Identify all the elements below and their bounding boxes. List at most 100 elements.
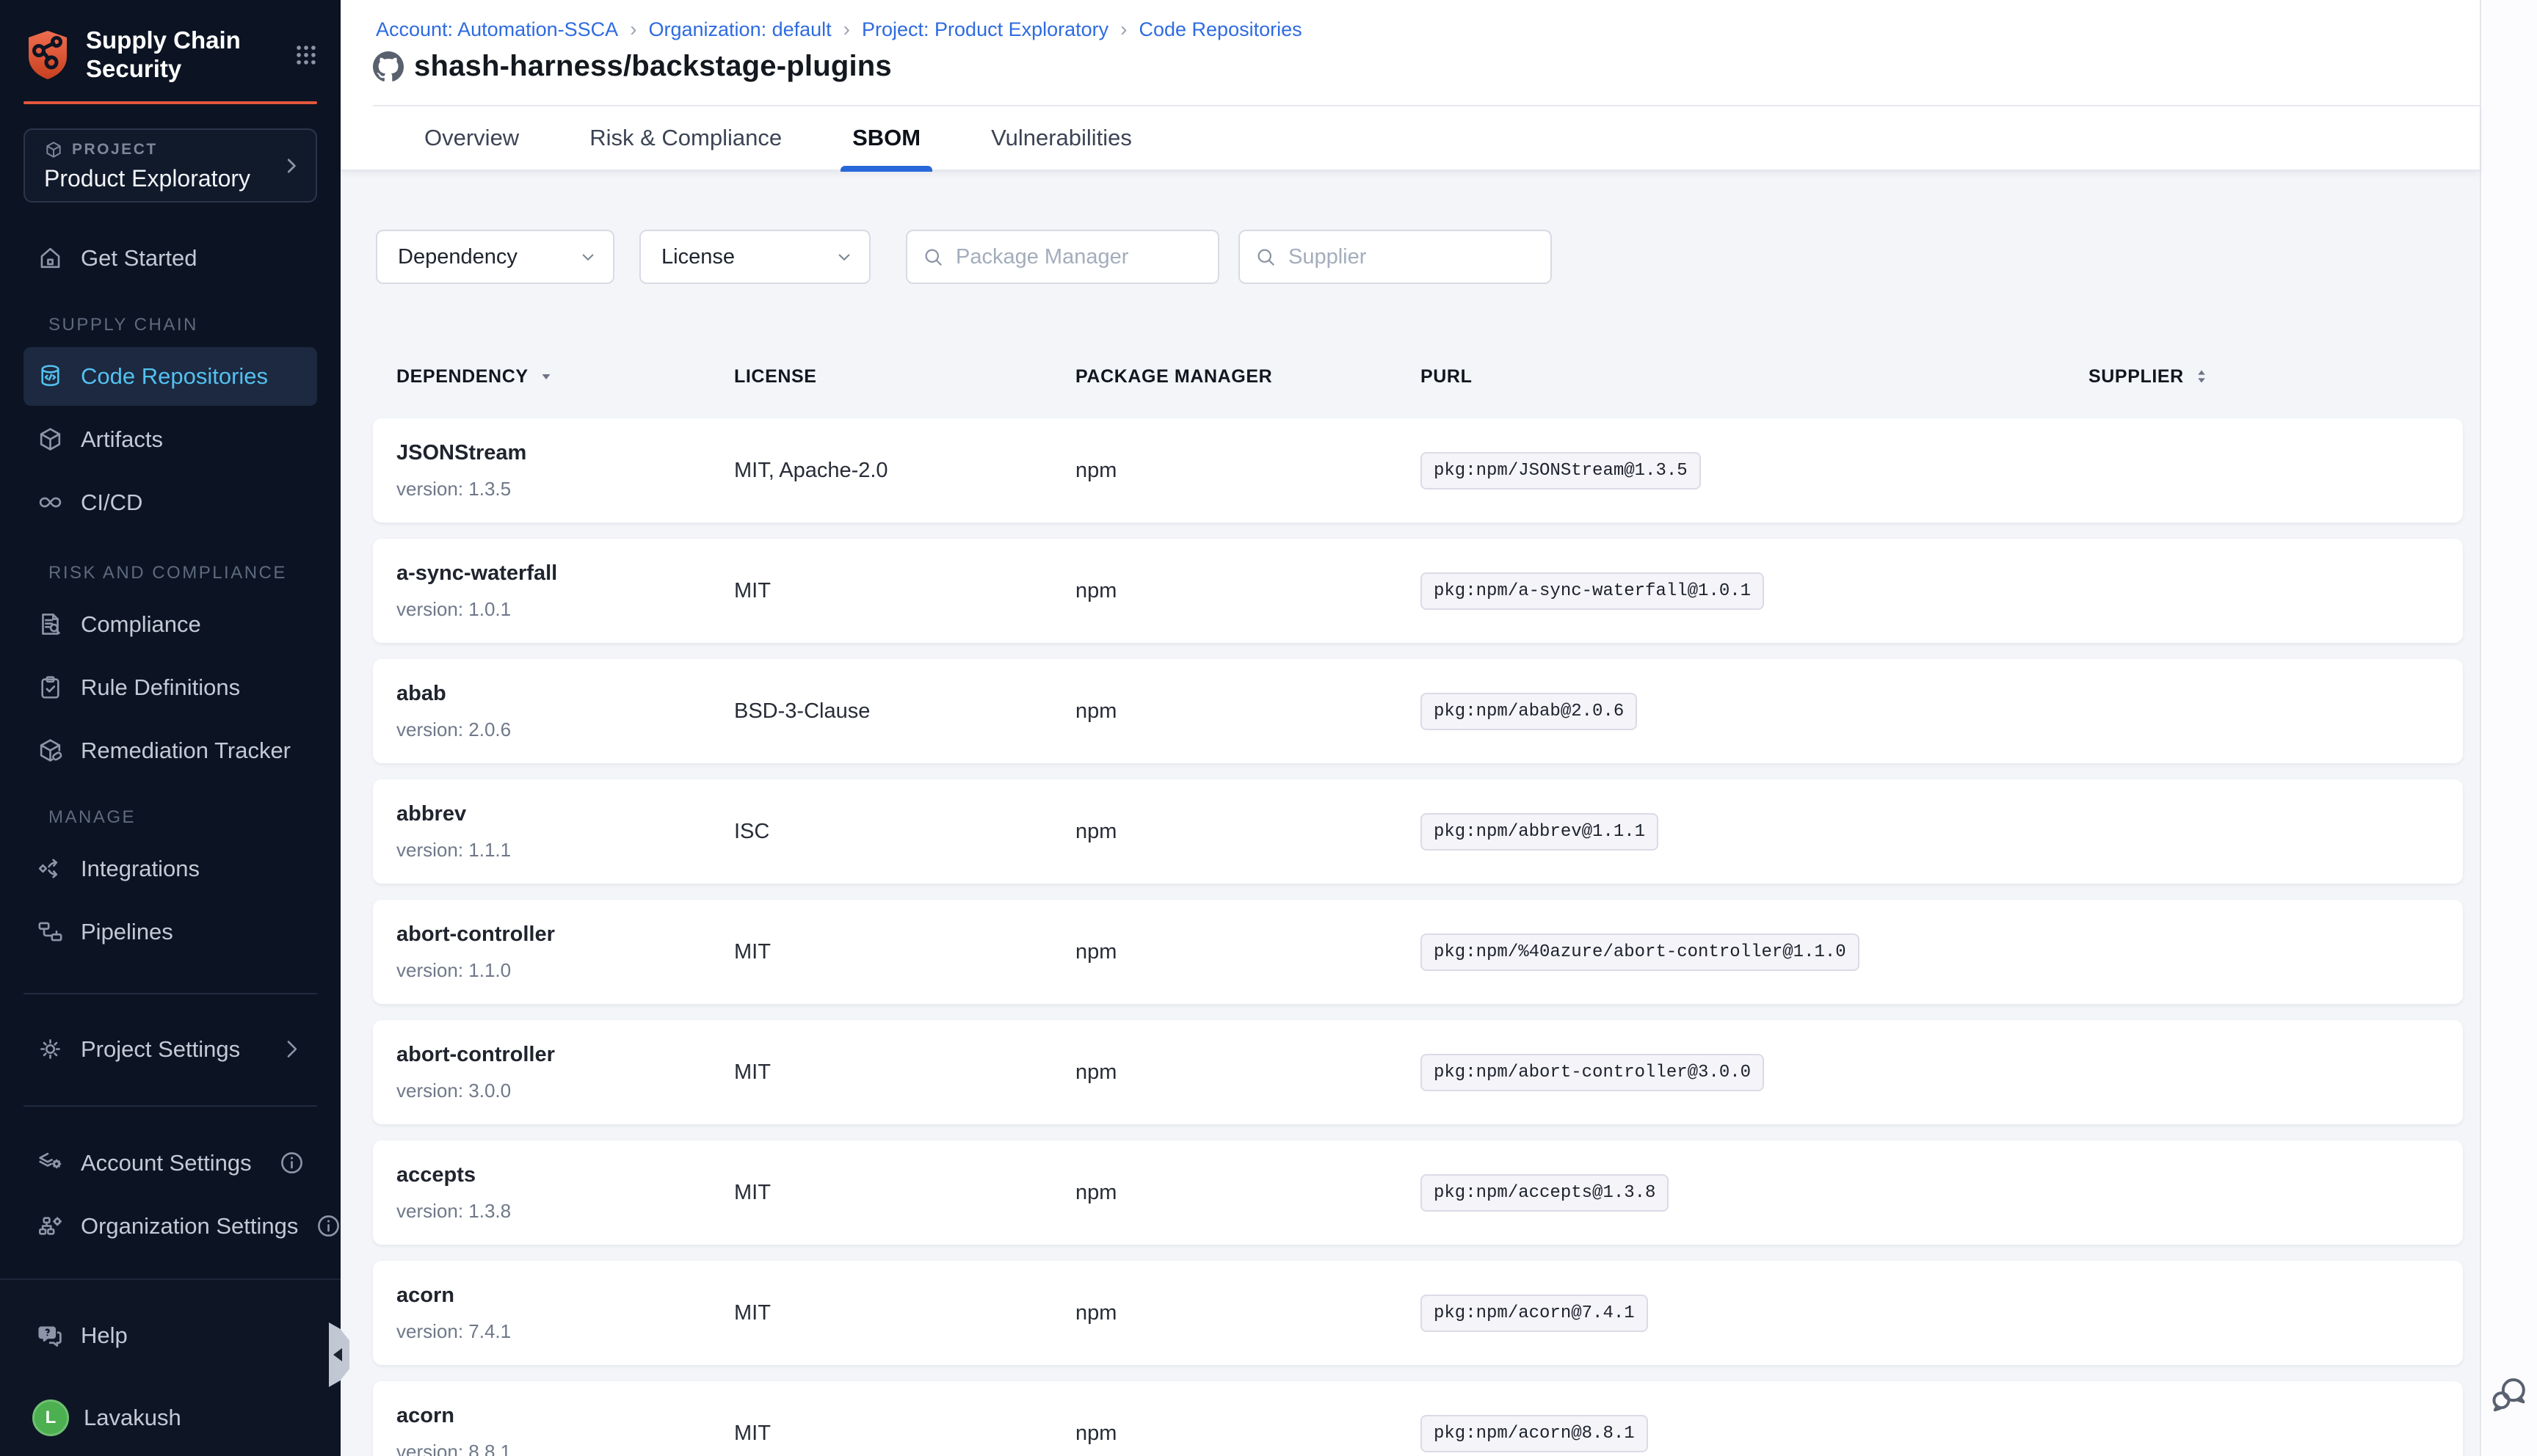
app-title-line1: Supply Chain [86, 26, 241, 55]
package-manager-cell: npm [1075, 1060, 1420, 1085]
grid-icon[interactable] [294, 43, 319, 68]
package-manager-cell: npm [1075, 1422, 1420, 1446]
table-row[interactable]: abort-controllerversion: 1.1.0MITnpmpkg:… [373, 900, 2463, 1004]
package-manager-cell: npm [1075, 699, 1420, 724]
pipelines-icon [37, 918, 64, 945]
purl-cell: pkg:npm/a-sync-waterfall@1.0.1 [1420, 572, 2088, 610]
sidebar-item-compliance[interactable]: Compliance [23, 595, 317, 654]
license-cell: MIT [734, 940, 1075, 964]
project-selector[interactable]: PROJECT Product Exploratory [23, 128, 317, 203]
clipboard-check-icon [37, 674, 64, 701]
package-manager-cell: npm [1075, 940, 1420, 964]
dependency-version: version: 1.1.0 [396, 959, 734, 982]
sidebar-item-remediation-tracker[interactable]: Remediation Tracker [23, 721, 317, 780]
chevron-down-icon [834, 247, 854, 267]
breadcrumb-link[interactable]: Code Repositories [1139, 18, 1302, 41]
tab-overview[interactable]: Overview [424, 106, 519, 170]
table-row[interactable]: abbrevversion: 1.1.1ISCnpmpkg:npm/abbrev… [373, 779, 2463, 884]
purl-value: pkg:npm/accepts@1.3.8 [1420, 1174, 1669, 1212]
breadcrumb: Account: Automation-SSCA›Organization: d… [376, 18, 1302, 41]
column-header-supplier[interactable]: SUPPLIER [2088, 366, 2463, 387]
purl-value: pkg:npm/%40azure/abort-controller@1.1.0 [1420, 933, 1859, 971]
github-icon [373, 51, 404, 82]
dependency-filter-select[interactable]: Dependency [376, 230, 614, 284]
layers-gear-icon [37, 1149, 64, 1176]
sidebar-item-artifacts[interactable]: Artifacts [23, 410, 317, 469]
info-icon[interactable] [278, 1149, 305, 1176]
tab-vulnerabilities[interactable]: Vulnerabilities [991, 106, 1132, 170]
sidebar-section-label: SUPPLY CHAIN [48, 314, 341, 336]
sidebar-item-ci-cd[interactable]: CI/CD [23, 473, 317, 532]
sidebar-item-pipelines[interactable]: Pipelines [23, 903, 317, 961]
column-header-label: DEPENDENCY [396, 366, 529, 387]
dependency-name: JSONStream [396, 441, 734, 465]
purl-value: pkg:npm/a-sync-waterfall@1.0.1 [1420, 572, 1764, 610]
license-cell: MIT, Apache-2.0 [734, 459, 1075, 483]
dependency-cell: acornversion: 8.8.1 [396, 1404, 734, 1456]
search-icon [922, 246, 944, 268]
table-row[interactable]: acornversion: 8.8.1MITnpmpkg:npm/acorn@8… [373, 1381, 2463, 1456]
table-row[interactable]: abort-controllerversion: 3.0.0MITnpmpkg:… [373, 1020, 2463, 1124]
purl-value: pkg:npm/acorn@7.4.1 [1420, 1295, 1648, 1332]
tab-risk-compliance[interactable]: Risk & Compliance [589, 106, 782, 170]
table-row[interactable]: acornversion: 7.4.1MITnpmpkg:npm/acorn@7… [373, 1261, 2463, 1365]
sbom-content: Dependency License [341, 171, 2480, 1456]
sidebar-section: MANAGE Integrations Pipelines [0, 807, 341, 961]
sidebar-section: RISK AND COMPLIANCEComplianceRule Defini… [0, 562, 341, 780]
dependency-name: accepts [396, 1163, 734, 1187]
dependency-version: version: 8.8.1 [396, 1441, 734, 1456]
license-cell: MIT [734, 579, 1075, 603]
sidebar-divider [23, 993, 317, 994]
table-row[interactable]: JSONStreamversion: 1.3.5MIT, Apache-2.0n… [373, 418, 2463, 523]
right-rail [2480, 0, 2537, 1456]
column-header-package-manager: PACKAGE MANAGER [1075, 366, 1420, 387]
code-repo-icon [37, 363, 64, 390]
breadcrumb-link[interactable]: Project: Product Exploratory [862, 18, 1108, 41]
column-header-label: SUPPLIER [2088, 366, 2184, 387]
sidebar-item-label: Integrations [81, 856, 200, 882]
project-label: PROJECT [72, 141, 158, 159]
info-icon[interactable] [315, 1212, 342, 1240]
breadcrumb-link[interactable]: Organization: default [649, 18, 832, 41]
sidebar-item-project-settings[interactable]: Project Settings [23, 1020, 317, 1079]
license-filter-select[interactable]: License [639, 230, 871, 284]
purl-value: pkg:npm/abort-controller@3.0.0 [1420, 1054, 1764, 1091]
sidebar-section-label: MANAGE [48, 807, 341, 829]
tab-sbom[interactable]: SBOM [852, 106, 921, 170]
column-header-dependency[interactable]: DEPENDENCY [396, 366, 734, 387]
box-wrench-icon [37, 737, 64, 764]
dependency-cell: abort-controllerversion: 1.1.0 [396, 922, 734, 982]
breadcrumb-link[interactable]: Account: Automation-SSCA [376, 18, 618, 41]
search-icon [1255, 246, 1277, 268]
user-menu[interactable]: L Lavakush [23, 1388, 317, 1447]
dependency-cell: ababversion: 2.0.6 [396, 682, 734, 741]
license-cell: MIT [734, 1301, 1075, 1325]
purl-cell: pkg:npm/abbrev@1.1.1 [1420, 813, 2088, 851]
chevron-down-icon [578, 247, 598, 267]
package-manager-input[interactable] [954, 244, 1234, 270]
sidebar-item-rule-definitions[interactable]: Rule Definitions [23, 658, 317, 717]
purl-cell: pkg:npm/acorn@8.8.1 [1420, 1415, 2088, 1452]
sidebar-item-label: Organization Settings [81, 1213, 298, 1240]
table-row[interactable]: ababversion: 2.0.6BSD-3-Clausenpmpkg:npm… [373, 659, 2463, 763]
sidebar-item-get-started[interactable]: Get Started [23, 229, 317, 288]
table-row[interactable]: acceptsversion: 1.3.8MITnpmpkg:npm/accep… [373, 1140, 2463, 1245]
sidebar-item-label: Code Repositories [81, 363, 268, 390]
chevron-right-icon [280, 155, 302, 177]
column-header-label: PURL [1420, 366, 1472, 387]
sidebar-header: Supply Chain Security [0, 0, 341, 84]
purl-value: pkg:npm/JSONStream@1.3.5 [1420, 452, 1701, 489]
sidebar-item-code-repositories[interactable]: Code Repositories [23, 347, 317, 406]
sidebar-divider [23, 1105, 317, 1107]
sidebar-item-integrations[interactable]: Integrations [23, 840, 317, 898]
sidebar-item-help[interactable]: Help [23, 1306, 317, 1365]
sidebar-item-organization-settings[interactable]: Organization Settings [23, 1197, 317, 1256]
sidebar-settings-group: Project Settings [0, 1020, 341, 1079]
package-manager-cell: npm [1075, 579, 1420, 603]
sidebar-item-account-settings[interactable]: Account Settings [23, 1134, 317, 1193]
sidebar-item-label: Pipelines [81, 919, 173, 945]
chat-bubbles-icon[interactable] [2489, 1374, 2530, 1415]
license-cell: MIT [734, 1422, 1075, 1446]
supplier-input[interactable] [1287, 244, 1567, 270]
table-row[interactable]: a-sync-waterfallversion: 1.0.1MITnpmpkg:… [373, 539, 2463, 643]
